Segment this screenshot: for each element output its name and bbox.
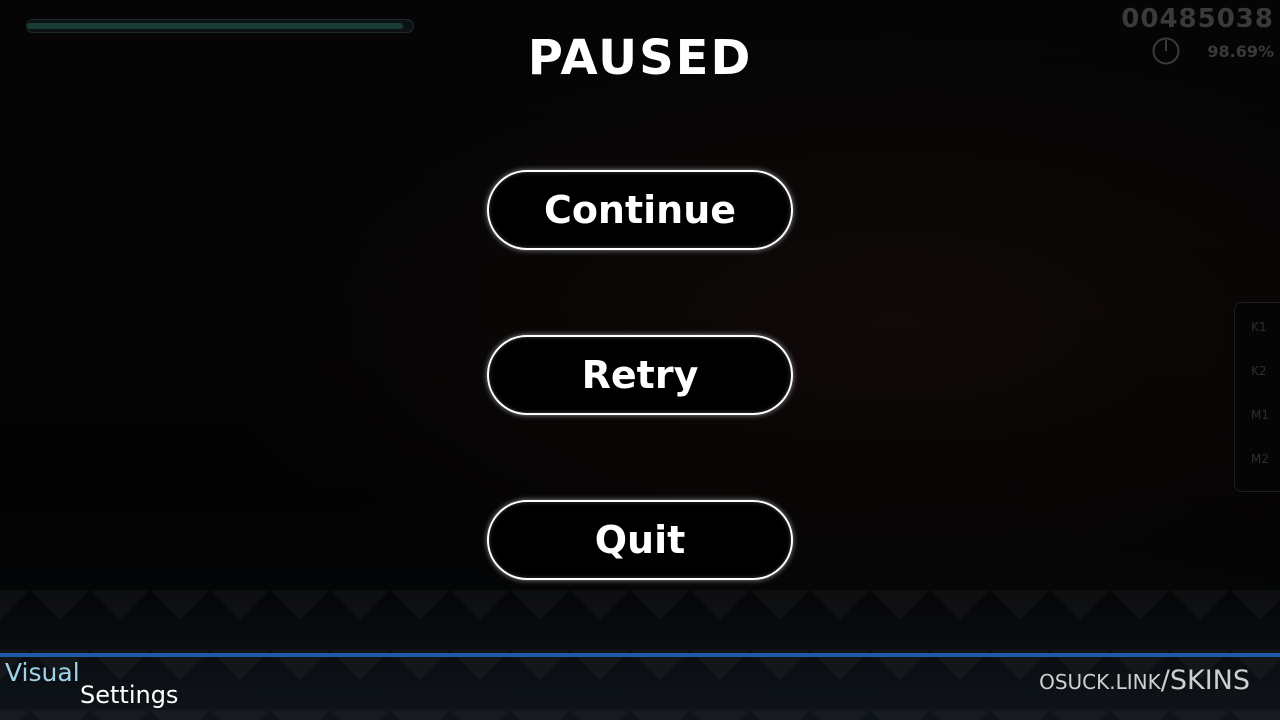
- retry-button[interactable]: Retry: [487, 335, 793, 415]
- watermark-domain: OSUCK.LINK: [1039, 670, 1161, 694]
- key-k2-label: K2: [1251, 364, 1267, 378]
- continue-button[interactable]: Continue: [487, 170, 793, 250]
- quit-button[interactable]: Quit: [487, 500, 793, 580]
- song-progress-fill: [27, 23, 403, 29]
- key-k1-label: K1: [1251, 320, 1267, 334]
- bottom-accent-line: [0, 653, 1280, 657]
- skin-watermark: OSUCK.LINK/SKINS: [1039, 665, 1250, 696]
- key-m2-label: M2: [1251, 452, 1269, 466]
- watermark-path: /SKINS: [1160, 665, 1250, 696]
- visual-settings-label-settings[interactable]: Settings: [80, 681, 178, 709]
- visual-settings-label-visual[interactable]: Visual: [5, 658, 80, 687]
- key-overlay: K1 K2 M1 M2: [1234, 302, 1280, 492]
- key-m1-label: M1: [1251, 408, 1269, 422]
- paused-title: PAUSED: [527, 30, 753, 86]
